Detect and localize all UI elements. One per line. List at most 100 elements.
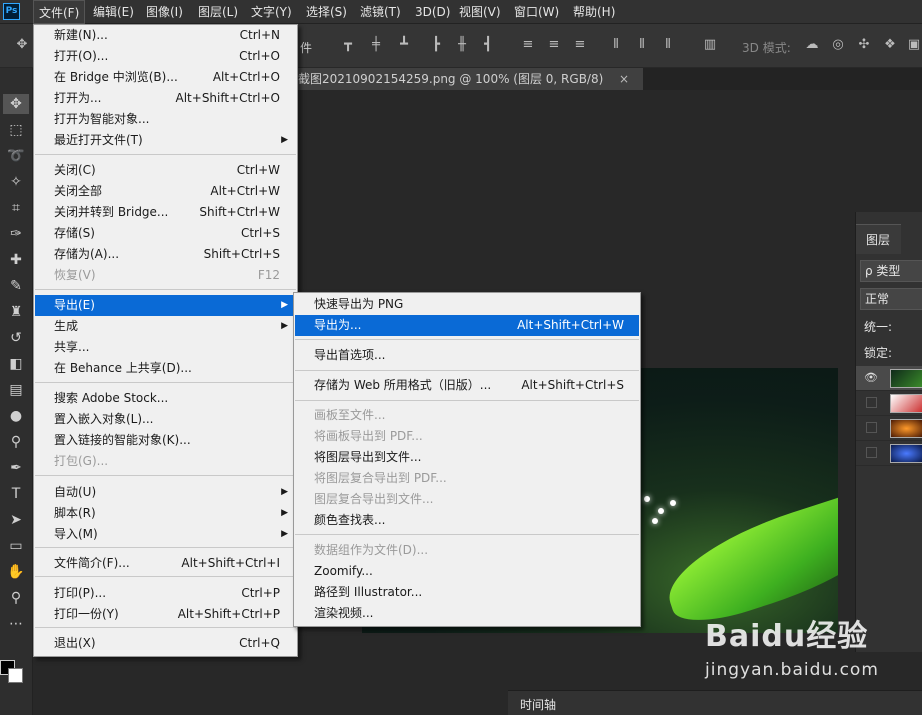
menu-item-export[interactable]: 导出(E) ▶ <box>35 295 296 316</box>
menu-edit[interactable]: 编辑(E) <box>88 0 139 24</box>
auto-align-icon[interactable]: ▥ <box>702 38 718 52</box>
eraser-tool-icon[interactable]: ◧ <box>3 354 29 374</box>
menu-item-open-as[interactable]: 打开为... Alt+Shift+Ctrl+O <box>35 88 296 109</box>
menu-window[interactable]: 窗口(W) <box>509 0 564 24</box>
background-color-swatch[interactable] <box>8 668 23 683</box>
menu-item-print-one[interactable]: 打印一份(Y) Alt+Shift+Ctrl+P <box>35 604 296 625</box>
3d-slide-icon[interactable]: ❖ <box>882 38 898 52</box>
zoom-tool-icon[interactable]: ⚲ <box>3 588 29 608</box>
menu-help[interactable]: 帮助(H) <box>568 0 620 24</box>
menu-type[interactable]: 文字(Y) <box>246 0 297 24</box>
distribute-hcenter-icon[interactable]: ⦀ <box>634 38 650 52</box>
visibility-toggle[interactable] <box>866 422 877 433</box>
3d-scale-icon[interactable]: ▣ <box>906 38 922 52</box>
menu-item-place-embedded[interactable]: 置入嵌入对象(L)... <box>35 409 296 430</box>
menu-item-layer-comps-to-files[interactable]: 图层复合导出到文件... <box>295 489 639 510</box>
menu-3d[interactable]: 3D(D) <box>410 0 455 24</box>
path-selection-tool-icon[interactable]: ➤ <box>3 510 29 530</box>
menu-item-import[interactable]: 导入(M) ▶ <box>35 524 296 545</box>
menu-item-generate[interactable]: 生成 ▶ <box>35 316 296 337</box>
distribute-bottom-icon[interactable]: ≡ <box>572 38 588 52</box>
menu-item-browse-bridge[interactable]: 在 Bridge 中浏览(B)... Alt+Ctrl+O <box>35 67 296 88</box>
distribute-right-icon[interactable]: ⦀ <box>660 38 676 52</box>
menu-item-close-all[interactable]: 关闭全部 Alt+Ctrl+W <box>35 181 296 202</box>
menu-item-open-smart-object[interactable]: 打开为智能对象... <box>35 109 296 130</box>
layer-filter-kind[interactable]: ρ 类型 <box>860 260 922 282</box>
menu-item-artboards-to-files[interactable]: 画板至文件... <box>295 405 639 426</box>
menu-item-paths-to-illustrator[interactable]: 路径到 Illustrator... <box>295 582 639 603</box>
align-top-icon[interactable]: ┳ <box>340 38 356 52</box>
tab-layers[interactable]: 图层 <box>856 224 901 254</box>
menu-item-save[interactable]: 存储(S) Ctrl+S <box>35 223 296 244</box>
menu-item-scripts[interactable]: 脚本(R) ▶ <box>35 503 296 524</box>
menu-item-recent-files[interactable]: 最近打开文件(T) ▶ <box>35 130 296 151</box>
3d-pan-icon[interactable]: ✣ <box>856 38 872 52</box>
move-tool-icon[interactable]: ✥ <box>3 94 29 114</box>
layer-row[interactable] <box>856 416 922 441</box>
menu-item-save-as[interactable]: 存储为(A)... Shift+Ctrl+S <box>35 244 296 265</box>
align-vcenter-icon[interactable]: ╪ <box>368 38 384 52</box>
history-brush-tool-icon[interactable]: ↺ <box>3 328 29 348</box>
menu-item-open[interactable]: 打开(O)... Ctrl+O <box>35 46 296 67</box>
menu-item-save-for-web[interactable]: 存储为 Web 所用格式（旧版）... Alt+Shift+Ctrl+S <box>295 375 639 396</box>
blend-mode-select[interactable]: 正常 <box>860 288 922 310</box>
clone-stamp-tool-icon[interactable]: ♜ <box>3 302 29 322</box>
layer-row[interactable] <box>856 391 922 416</box>
menu-item-close[interactable]: 关闭(C) Ctrl+W <box>35 160 296 181</box>
menu-filter[interactable]: 滤镜(T) <box>355 0 406 24</box>
healing-brush-tool-icon[interactable]: ✚ <box>3 250 29 270</box>
close-tab-icon[interactable]: × <box>619 68 629 90</box>
magic-wand-tool-icon[interactable]: ✧ <box>3 172 29 192</box>
menu-item-place-linked[interactable]: 置入链接的智能对象(K)... <box>35 430 296 451</box>
dodge-tool-icon[interactable]: ⚲ <box>3 432 29 452</box>
distribute-vcenter-icon[interactable]: ≡ <box>546 38 562 52</box>
edit-toolbar-icon[interactable]: ⋯ <box>3 614 29 634</box>
menu-item-search-stock[interactable]: 搜索 Adobe Stock... <box>35 388 296 409</box>
menu-file[interactable]: 文件(F) <box>33 0 86 24</box>
menu-item-close-go-bridge[interactable]: 关闭并转到 Bridge... Shift+Ctrl+W <box>35 202 296 223</box>
brush-tool-icon[interactable]: ✎ <box>3 276 29 296</box>
eyedropper-tool-icon[interactable]: ✑ <box>3 224 29 244</box>
menu-item-exit[interactable]: 退出(X) Ctrl+Q <box>35 633 296 654</box>
menu-item-file-info[interactable]: 文件简介(F)... Alt+Shift+Ctrl+I <box>35 553 296 574</box>
lasso-tool-icon[interactable]: ➰ <box>3 146 29 166</box>
menu-item-share[interactable]: 共享... <box>35 337 296 358</box>
document-tab[interactable]: 截图20210902154259.png @ 100% (图层 0, RGB/8… <box>298 68 643 90</box>
menu-item-render-video[interactable]: 渲染视频... <box>295 603 639 624</box>
menu-view[interactable]: 视图(V) <box>454 0 506 24</box>
move-tool-icon[interactable]: ✥ <box>14 38 30 52</box>
menu-item-new[interactable]: 新建(N)... Ctrl+N <box>35 25 296 46</box>
align-left-icon[interactable]: ┣ <box>428 38 444 52</box>
menu-item-automate[interactable]: 自动(U) ▶ <box>35 482 296 503</box>
crop-tool-icon[interactable]: ⌗ <box>3 198 29 218</box>
gradient-tool-icon[interactable]: ▤ <box>3 380 29 400</box>
menu-item-revert[interactable]: 恢复(V) F12 <box>35 265 296 286</box>
menu-item-layers-to-files[interactable]: 将图层导出到文件... <box>295 447 639 468</box>
align-hcenter-icon[interactable]: ╫ <box>454 38 470 52</box>
menu-item-quick-export-png[interactable]: 快速导出为 PNG <box>295 294 639 315</box>
menu-item-artboards-to-pdf[interactable]: 将画板导出到 PDF... <box>295 426 639 447</box>
type-tool-icon[interactable]: T <box>3 484 29 504</box>
distribute-top-icon[interactable]: ≡ <box>520 38 536 52</box>
3d-orbit-icon[interactable]: ☁ <box>804 38 820 52</box>
hand-tool-icon[interactable]: ✋ <box>3 562 29 582</box>
eye-icon[interactable]: 👁 <box>864 371 878 385</box>
menu-item-export-as[interactable]: 导出为... Alt+Shift+Ctrl+W <box>295 315 639 336</box>
pen-tool-icon[interactable]: ✒ <box>3 458 29 478</box>
menu-item-export-preferences[interactable]: 导出首选项... <box>295 345 639 366</box>
distribute-left-icon[interactable]: ⦀ <box>608 38 624 52</box>
timeline-label[interactable]: 时间轴 <box>520 696 556 713</box>
menu-image[interactable]: 图像(I) <box>141 0 188 24</box>
marquee-tool-icon[interactable]: ⬚ <box>3 120 29 140</box>
menu-item-layer-comps-to-pdf[interactable]: 将图层复合导出到 PDF... <box>295 468 639 489</box>
visibility-toggle[interactable] <box>866 447 877 458</box>
align-bottom-icon[interactable]: ┻ <box>396 38 412 52</box>
layer-row[interactable]: 👁 <box>856 366 922 391</box>
menu-item-zoomify[interactable]: Zoomify... <box>295 561 639 582</box>
menu-item-color-lookup-tables[interactable]: 颜色查找表... <box>295 510 639 531</box>
menu-select[interactable]: 选择(S) <box>301 0 352 24</box>
rectangle-tool-icon[interactable]: ▭ <box>3 536 29 556</box>
3d-roll-icon[interactable]: ◎ <box>830 38 846 52</box>
blur-tool-icon[interactable]: ● <box>3 406 29 426</box>
align-right-icon[interactable]: ┫ <box>480 38 496 52</box>
